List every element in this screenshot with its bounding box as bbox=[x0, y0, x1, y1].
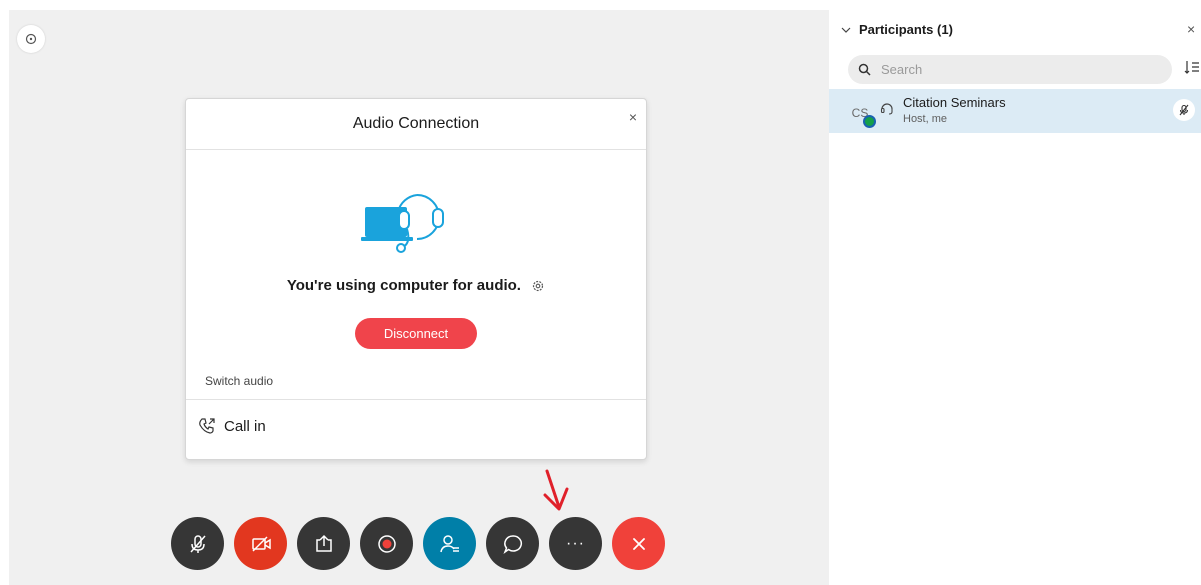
chevron-down-icon bbox=[841, 27, 851, 33]
disconnect-button[interactable]: Disconnect bbox=[355, 318, 477, 349]
mic-off-icon bbox=[1179, 104, 1189, 116]
call-in-option[interactable]: Call in bbox=[198, 417, 266, 435]
share-icon bbox=[315, 534, 332, 552]
mute-button[interactable] bbox=[171, 517, 224, 570]
sort-icon[interactable] bbox=[1184, 60, 1200, 76]
participant-name: Citation Seminars bbox=[903, 95, 1006, 110]
more-icon: ··· bbox=[566, 534, 585, 552]
participants-header[interactable]: Participants (1) bbox=[841, 22, 953, 37]
participant-mute-button[interactable] bbox=[1173, 99, 1195, 121]
meeting-stage: Audio Connection × You're using computer… bbox=[9, 10, 829, 585]
gear-icon[interactable] bbox=[531, 279, 545, 297]
audio-status-text: You're using computer for audio. bbox=[286, 277, 521, 294]
dialog-close-button[interactable]: × bbox=[629, 109, 637, 125]
dialog-header: Audio Connection × bbox=[186, 99, 646, 150]
meeting-toolbar: ··· bbox=[171, 517, 665, 570]
participants-icon bbox=[439, 534, 459, 552]
close-icon bbox=[632, 537, 645, 550]
record-icon bbox=[377, 534, 396, 553]
video-off-icon bbox=[251, 535, 271, 552]
annotation-arrow bbox=[543, 469, 569, 511]
switch-audio-label: Switch audio bbox=[205, 374, 274, 388]
participants-title: Participants (1) bbox=[859, 22, 953, 37]
share-button[interactable] bbox=[297, 517, 350, 570]
search-icon bbox=[858, 63, 871, 76]
dialog-divider bbox=[186, 399, 646, 400]
call-in-label: Call in bbox=[224, 417, 266, 435]
info-circle-icon bbox=[25, 33, 37, 45]
participant-row[interactable]: CS Citation Seminars Host, me bbox=[829, 89, 1201, 133]
end-meeting-button[interactable] bbox=[612, 517, 665, 570]
panel-close-button[interactable]: × bbox=[1187, 21, 1201, 37]
audio-status: You're using computer for audio. bbox=[186, 277, 646, 297]
presence-indicator bbox=[863, 115, 876, 128]
headset-icon bbox=[880, 103, 893, 115]
dialog-title: Audio Connection bbox=[352, 115, 480, 132]
chat-icon bbox=[502, 534, 522, 554]
chat-button[interactable] bbox=[486, 517, 539, 570]
more-button[interactable]: ··· bbox=[549, 517, 602, 570]
phone-icon bbox=[199, 418, 215, 434]
participants-button[interactable] bbox=[423, 517, 476, 570]
participants-search[interactable] bbox=[848, 55, 1172, 84]
participants-panel: Participants (1) × CS Citation Seminars … bbox=[829, 0, 1201, 585]
info-button[interactable] bbox=[17, 25, 45, 53]
record-button[interactable] bbox=[360, 517, 413, 570]
mic-off-icon bbox=[189, 534, 206, 553]
audio-connection-dialog: Audio Connection × You're using computer… bbox=[185, 98, 647, 460]
start-video-button[interactable] bbox=[234, 517, 287, 570]
computer-audio-illustration bbox=[361, 194, 444, 253]
participant-role: Host, me bbox=[903, 113, 948, 125]
search-input[interactable] bbox=[879, 61, 1163, 78]
